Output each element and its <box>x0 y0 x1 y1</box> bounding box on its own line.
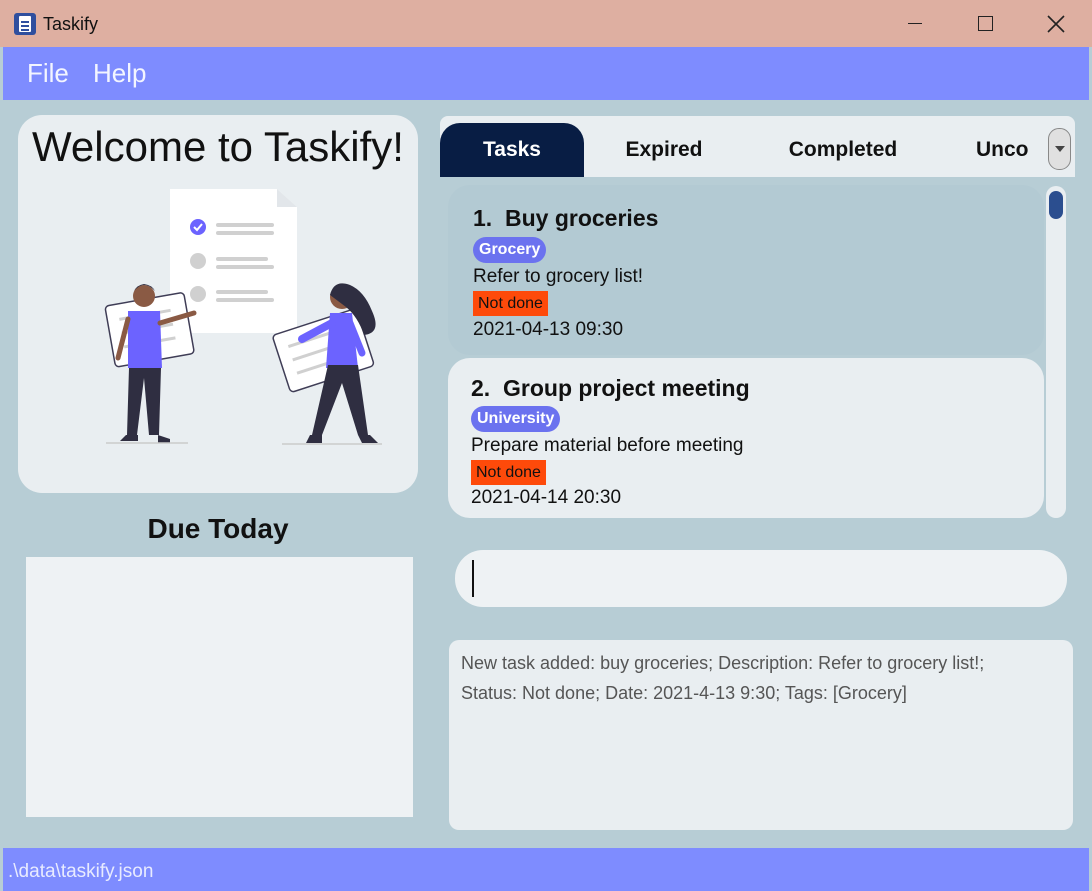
task-date: 2021-04-14 20:30 <box>471 487 622 508</box>
result-line: Status: Not done; Date: 2021-4-13 9:30; … <box>461 683 907 703</box>
task-title: 1. Buy groceries <box>473 205 658 232</box>
window-title: Taskify <box>43 14 99 34</box>
tab-bar: Tasks Expired Completed Unco <box>440 116 1075 177</box>
task-status-badge: Not done <box>473 291 548 316</box>
tab-uncompleted[interactable]: Unco <box>976 123 1046 177</box>
menu-file[interactable]: File <box>27 58 69 89</box>
title-bar: Taskify <box>0 0 1092 47</box>
task-description: Refer to grocery list! <box>473 266 643 287</box>
menu-bar: File Help <box>3 47 1089 100</box>
tab-overflow-dropdown[interactable] <box>1048 128 1071 170</box>
task-card[interactable]: 2. Group project meeting University Prepa… <box>448 358 1044 518</box>
task-tag: Grocery <box>473 237 547 263</box>
due-today-list[interactable] <box>26 557 413 817</box>
text-caret <box>472 560 474 597</box>
due-today-title: Due Today <box>147 513 289 544</box>
task-name: Buy groceries <box>505 205 659 231</box>
task-date: 2021-04-13 09:30 <box>473 319 624 340</box>
tab-tasks[interactable]: Tasks <box>440 123 584 177</box>
tab-completed[interactable]: Completed <box>760 123 926 177</box>
task-status-badge: Not done <box>471 460 546 485</box>
clipboard-checklist-icon <box>14 13 36 35</box>
chevron-down-icon <box>1054 146 1065 152</box>
task-tag: University <box>471 406 561 432</box>
task-title: 2. Group project meeting <box>471 375 750 402</box>
task-index: 1. <box>473 205 493 231</box>
task-index: 2. <box>471 375 491 401</box>
task-list[interactable]: 1. Buy groceries Grocery Refer to grocery… <box>440 177 1075 522</box>
data-file-path: .\data\taskify.json <box>8 861 154 882</box>
close-icon <box>1047 14 1065 33</box>
result-display: New task added: buy groceries; Descripti… <box>449 640 1073 830</box>
maximize-button[interactable] <box>950 0 1020 47</box>
status-bar: .\data\taskify.json <box>3 848 1089 891</box>
welcome-title: Welcome to Taskify! <box>32 123 404 170</box>
task-card[interactable]: 1. Buy groceries Grocery Refer to grocery… <box>448 185 1044 355</box>
close-button[interactable] <box>1021 0 1091 47</box>
menu-help[interactable]: Help <box>93 58 146 89</box>
command-input[interactable] <box>455 550 1067 607</box>
maximize-icon <box>977 16 993 31</box>
result-line: New task added: buy groceries; Descripti… <box>461 653 985 673</box>
minimize-icon <box>908 22 922 25</box>
people-with-checklist-illustration <box>104 189 382 445</box>
task-name: Group project meeting <box>503 375 750 401</box>
welcome-card: Welcome to Taskify! <box>18 115 418 493</box>
tab-expired[interactable]: Expired <box>594 123 734 177</box>
minimize-button[interactable] <box>880 0 950 47</box>
task-description: Prepare material before meeting <box>471 435 744 456</box>
task-list-scrollbar[interactable] <box>1046 186 1066 518</box>
scrollbar-thumb[interactable] <box>1049 191 1063 219</box>
